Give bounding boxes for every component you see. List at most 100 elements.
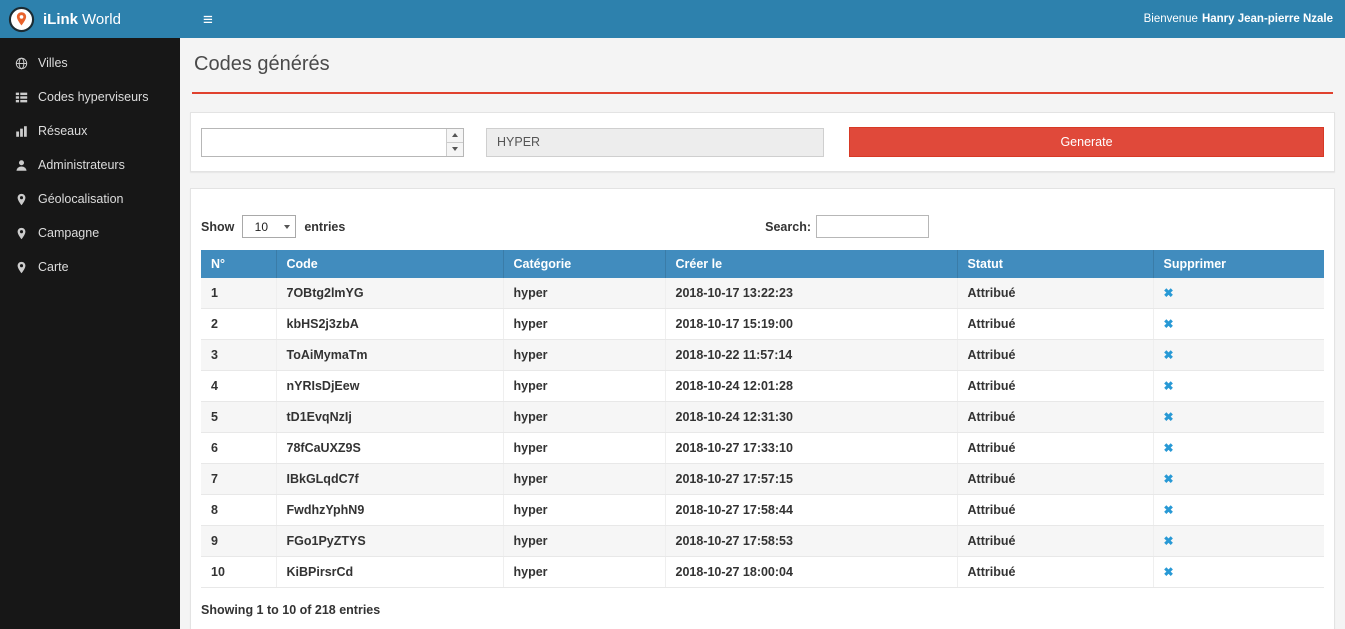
generate-button[interactable]: Generate xyxy=(849,127,1324,157)
page-length-select[interactable]: 10 xyxy=(242,215,296,238)
cell-supprimer: ✖ xyxy=(1153,557,1324,588)
cell-creer-le: 2018-10-24 12:01:28 xyxy=(665,371,957,402)
column-header-code[interactable]: Code xyxy=(276,250,503,278)
cell-creer-le: 2018-10-27 17:58:53 xyxy=(665,526,957,557)
map-marker-icon xyxy=(15,193,28,206)
table-row: 2 kbHS2j3zbA hyper 2018-10-17 15:19:00 A… xyxy=(201,309,1324,340)
cell-statut: Attribué xyxy=(957,340,1153,371)
column-header-categorie[interactable]: Catégorie xyxy=(503,250,665,278)
cell-categorie: hyper xyxy=(503,495,665,526)
sidebar-toggle-icon[interactable]: ≡ xyxy=(195,7,221,32)
cell-creer-le: 2018-10-22 11:57:14 xyxy=(665,340,957,371)
delete-icon[interactable]: ✖ xyxy=(1164,441,1174,455)
globe-icon xyxy=(15,57,28,70)
search-group: Search: xyxy=(765,215,929,238)
cell-supprimer: ✖ xyxy=(1153,340,1324,371)
table-row: 10 KiBPirsrCd hyper 2018-10-27 18:00:04 … xyxy=(201,557,1324,588)
sidebar-item-administrateurs[interactable]: Administrateurs xyxy=(0,148,180,182)
category-input[interactable] xyxy=(486,128,824,157)
cell-code: nYRIsDjEew xyxy=(276,371,503,402)
delete-icon[interactable]: ✖ xyxy=(1164,565,1174,579)
cell-creer-le: 2018-10-27 17:33:10 xyxy=(665,433,957,464)
sidebar-item-reseaux[interactable]: Réseaux xyxy=(0,114,180,148)
cell-categorie: hyper xyxy=(503,526,665,557)
cell-statut: Attribué xyxy=(957,526,1153,557)
cell-statut: Attribué xyxy=(957,402,1153,433)
delete-icon[interactable]: ✖ xyxy=(1164,286,1174,300)
cell-creer-le: 2018-10-24 12:31:30 xyxy=(665,402,957,433)
cell-categorie: hyper xyxy=(503,557,665,588)
cell-statut: Attribué xyxy=(957,433,1153,464)
brand[interactable]: iLinkWorld xyxy=(0,0,180,38)
column-header-creer-le[interactable]: Créer le xyxy=(665,250,957,278)
sidebar-item-carte[interactable]: Carte xyxy=(0,250,180,284)
code-count-input[interactable] xyxy=(201,128,464,157)
generator-panel: Generate xyxy=(190,112,1335,172)
delete-icon[interactable]: ✖ xyxy=(1164,379,1174,393)
app-window: iLinkWorld ≡ Bienvenue Hanry Jean-pierre… xyxy=(0,0,1345,629)
cell-statut: Attribué xyxy=(957,557,1153,588)
cell-numero: 7 xyxy=(201,464,276,495)
spinner-down-icon[interactable] xyxy=(447,143,463,156)
cell-numero: 10 xyxy=(201,557,276,588)
cell-supprimer: ✖ xyxy=(1153,278,1324,309)
table-panel: Show 10 entries Search: xyxy=(190,188,1335,629)
sidebar-item-label: Géolocalisation xyxy=(38,192,123,206)
bar-chart-icon xyxy=(15,125,28,138)
codes-table: N° Code Catégorie Créer le Statut Suppri… xyxy=(201,250,1324,588)
search-input[interactable] xyxy=(816,215,929,238)
sidebar-item-geolocalisation[interactable]: Géolocalisation xyxy=(0,182,180,216)
column-header-statut[interactable]: Statut xyxy=(957,250,1153,278)
table-row: 1 7OBtg2lmYG hyper 2018-10-17 13:22:23 A… xyxy=(201,278,1324,309)
sidebar-item-villes[interactable]: Villes xyxy=(0,46,180,80)
app-logo-icon xyxy=(8,6,35,33)
cell-supprimer: ✖ xyxy=(1153,309,1324,340)
spinner-up-icon[interactable] xyxy=(447,129,463,143)
cell-numero: 3 xyxy=(201,340,276,371)
cell-categorie: hyper xyxy=(503,371,665,402)
table-row: 8 FwdhzYphN9 hyper 2018-10-27 17:58:44 A… xyxy=(201,495,1324,526)
welcome-user-name: Hanry Jean-pierre Nzale xyxy=(1202,13,1333,25)
column-header-numero[interactable]: N° xyxy=(201,250,276,278)
delete-icon[interactable]: ✖ xyxy=(1164,503,1174,517)
cell-creer-le: 2018-10-27 18:00:04 xyxy=(665,557,957,588)
sidebar: Villes Codes hyperviseurs Réseaux Admini… xyxy=(0,38,180,629)
entries-label: entries xyxy=(304,220,345,234)
cell-creer-le: 2018-10-17 15:19:00 xyxy=(665,309,957,340)
cell-statut: Attribué xyxy=(957,495,1153,526)
delete-icon[interactable]: ✖ xyxy=(1164,348,1174,362)
welcome-text: Bienvenue Hanry Jean-pierre Nzale xyxy=(1144,13,1345,25)
sidebar-item-codes-hyperviseurs[interactable]: Codes hyperviseurs xyxy=(0,80,180,114)
code-count-field[interactable] xyxy=(202,129,446,156)
cell-numero: 8 xyxy=(201,495,276,526)
brand-bold: iLink xyxy=(43,11,78,28)
cell-categorie: hyper xyxy=(503,464,665,495)
cell-numero: 6 xyxy=(201,433,276,464)
cell-code: kbHS2j3zbA xyxy=(276,309,503,340)
table-header: N° Code Catégorie Créer le Statut Suppri… xyxy=(201,250,1324,278)
delete-icon[interactable]: ✖ xyxy=(1164,534,1174,548)
cell-supprimer: ✖ xyxy=(1153,433,1324,464)
delete-icon[interactable]: ✖ xyxy=(1164,317,1174,331)
show-label: Show xyxy=(201,220,234,234)
cell-categorie: hyper xyxy=(503,340,665,371)
cell-code: KiBPirsrCd xyxy=(276,557,503,588)
cell-code: IBkGLqdC7f xyxy=(276,464,503,495)
cell-categorie: hyper xyxy=(503,309,665,340)
content-header: Codes générés xyxy=(180,38,1345,94)
cell-creer-le: 2018-10-27 17:58:44 xyxy=(665,495,957,526)
sidebar-item-label: Villes xyxy=(38,56,68,70)
brand-text: iLinkWorld xyxy=(43,11,121,28)
cell-supprimer: ✖ xyxy=(1153,371,1324,402)
column-header-supprimer[interactable]: Supprimer xyxy=(1153,250,1324,278)
delete-icon[interactable]: ✖ xyxy=(1164,410,1174,424)
delete-icon[interactable]: ✖ xyxy=(1164,472,1174,486)
red-divider xyxy=(192,92,1333,94)
number-spinner xyxy=(446,129,463,156)
table-body: 1 7OBtg2lmYG hyper 2018-10-17 13:22:23 A… xyxy=(201,278,1324,588)
sidebar-item-campagne[interactable]: Campagne xyxy=(0,216,180,250)
page-title: Codes générés xyxy=(194,53,1333,76)
cell-numero: 2 xyxy=(201,309,276,340)
chevron-down-icon xyxy=(279,216,295,237)
welcome-prefix: Bienvenue xyxy=(1144,13,1198,25)
